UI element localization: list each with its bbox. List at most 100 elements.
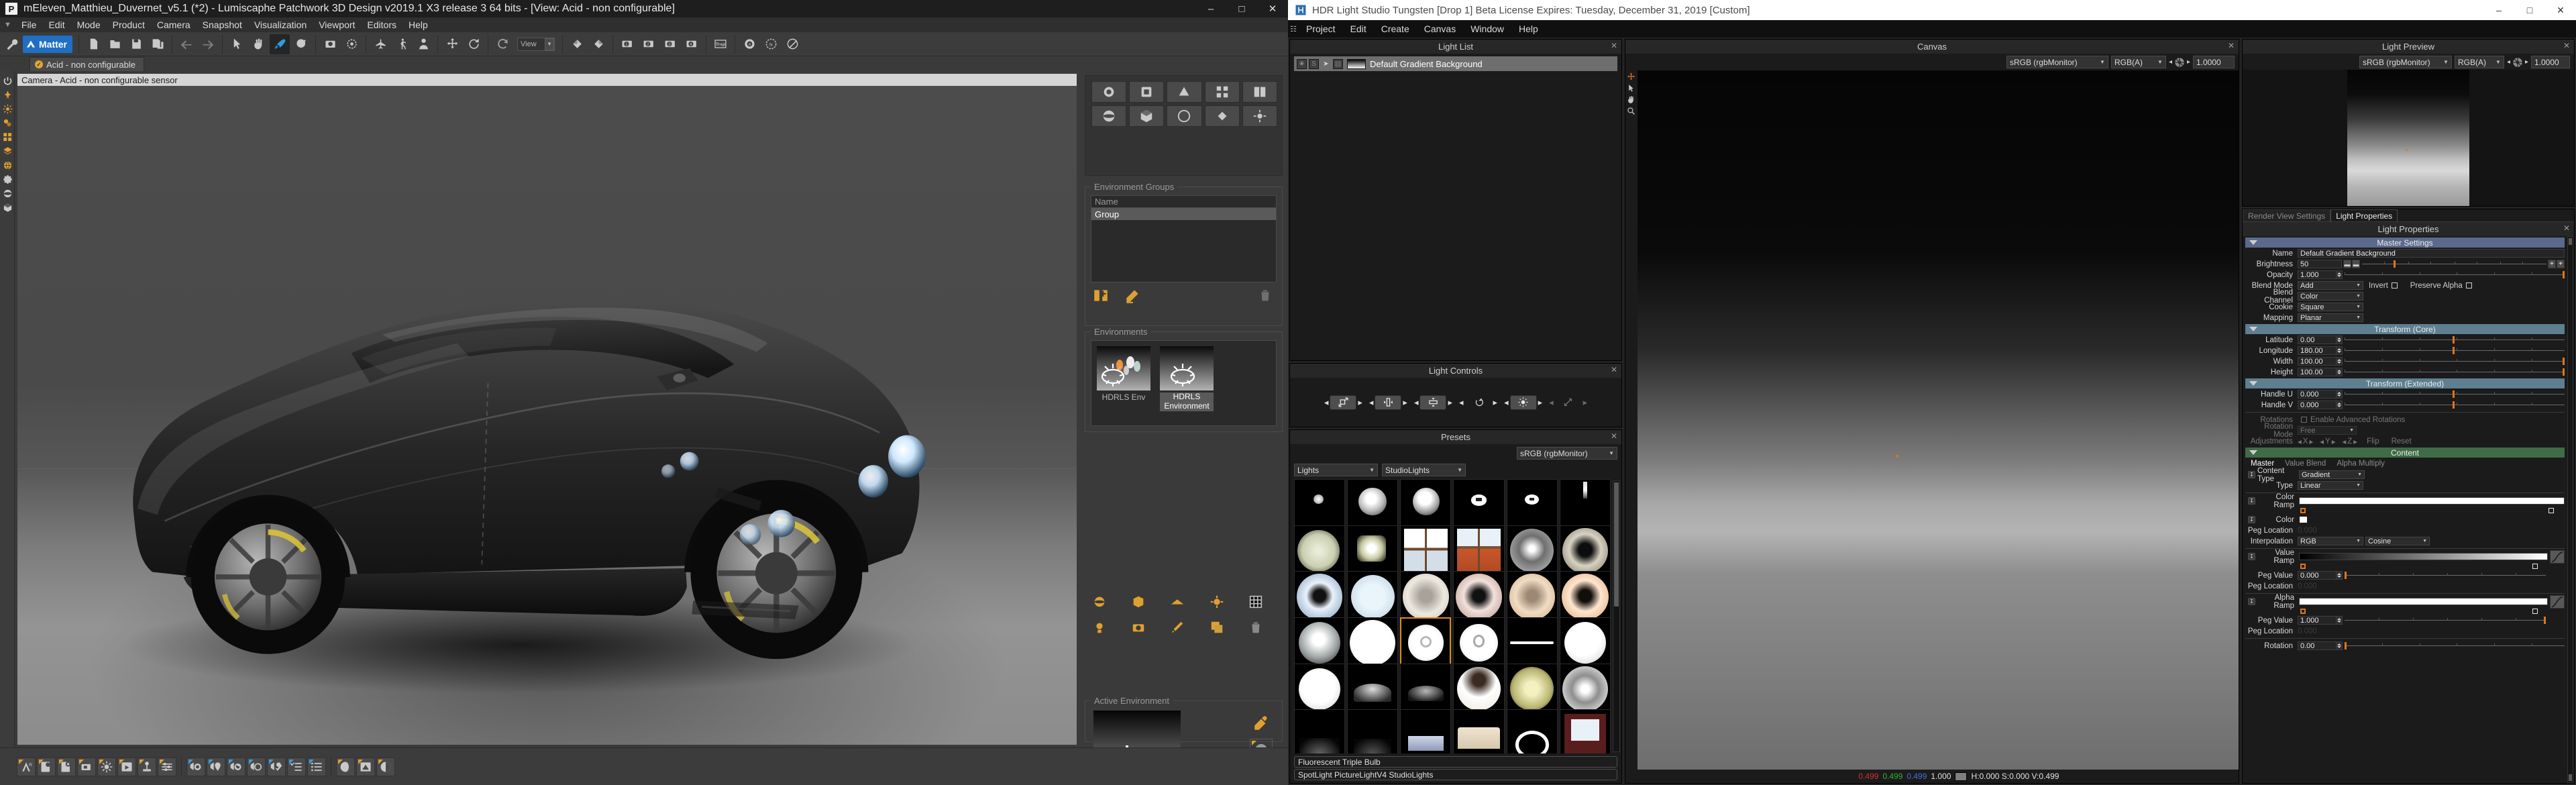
hls-menu-project[interactable]: Project	[1299, 21, 1343, 36]
alpha-ramp-widget[interactable]	[2299, 598, 2548, 605]
arrow-right-icon[interactable]: ▸	[1403, 397, 1407, 408]
close-icon[interactable]: ✕	[1611, 41, 1617, 50]
car-model-render[interactable]	[17, 86, 1077, 745]
arrow-right-icon[interactable]: ▸	[1538, 397, 1543, 408]
arrow-left-icon[interactable]: ◂	[1549, 397, 1554, 408]
palette-book-icon[interactable]	[1242, 81, 1277, 103]
preview-channel-select[interactable]: RGB(A) ▼	[2454, 56, 2504, 68]
interpolation-curve-select[interactable]: Cosine ▼	[2365, 537, 2430, 545]
layers-globe-icon[interactable]	[227, 757, 246, 776]
delete-group-icon[interactable]	[1258, 288, 1273, 306]
chevron-down-icon[interactable]: ▼	[2093, 59, 2105, 65]
height-slider[interactable]	[2345, 368, 2565, 376]
brightness-icon[interactable]	[1509, 395, 1537, 410]
preview-colorspace-select[interactable]: sRGB (rgbMonitor) ▼	[2359, 56, 2452, 68]
preset-thumbnail[interactable]	[1506, 663, 1558, 715]
pan-tool-icon[interactable]	[1626, 95, 1636, 105]
refresh-icon[interactable]	[492, 34, 513, 54]
preset-thumbnail[interactable]	[1559, 617, 1611, 669]
close-button[interactable]: ✕	[2545, 0, 2576, 20]
chevron-down-icon[interactable]: ▼	[1602, 450, 1614, 456]
presets-category-select[interactable]: Lights ▼	[1294, 464, 1378, 476]
preset-thumbnail-selected[interactable]	[1400, 617, 1452, 669]
pin-icon[interactable]	[1, 88, 14, 101]
paint-brush-icon[interactable]	[270, 34, 290, 54]
environment-half-icon[interactable]	[376, 757, 395, 776]
canvas-channel-select[interactable]: RGB(A) ▼	[2110, 56, 2166, 68]
width-slider[interactable]	[2345, 357, 2565, 366]
chevron-down-icon[interactable]: ▼	[545, 38, 555, 50]
preset-thumbnail[interactable]	[1400, 525, 1452, 576]
arrow-left-icon[interactable]: ◂	[1504, 397, 1509, 408]
lock-toggle-icon[interactable]: ▧	[1333, 58, 1343, 69]
peg-value-2-input[interactable]: 1.000	[2298, 616, 2337, 625]
chevron-down-icon[interactable]: ▼	[2417, 539, 2427, 543]
light-properties-body[interactable]: Master Settings Name Default Gradient Ba…	[2243, 236, 2574, 783]
preset-thumbnail[interactable]	[1347, 617, 1399, 669]
environment-image-icon[interactable]	[356, 757, 375, 776]
color-ramp-widget[interactable]	[2299, 497, 2565, 505]
height-stepper[interactable]	[2337, 368, 2343, 376]
menu-item-snapshot[interactable]: Snapshot	[197, 18, 248, 32]
collapse-triangle-icon[interactable]	[2249, 327, 2257, 331]
enable-advanced-rotations-checkbox[interactable]	[2301, 417, 2307, 423]
preview-exposure-control[interactable]: ◂ ▸	[2507, 56, 2528, 68]
camera-preset-1-icon[interactable]: 1	[617, 34, 637, 54]
sphere-icon[interactable]	[1, 187, 14, 200]
download-icon[interactable]: ↧	[2248, 471, 2255, 478]
preset-thumbnail[interactable]	[1559, 525, 1611, 576]
download-icon[interactable]: ↧	[2248, 553, 2255, 560]
chevron-down-icon[interactable]: ▼	[1450, 467, 1462, 473]
preset-thumbnail[interactable]	[1294, 617, 1346, 669]
canvas-body[interactable]: 0.499 0.499 0.499 1.000 H:0.000 S:0.000 …	[1625, 70, 2239, 783]
view-tab-acid[interactable]: ✓ Acid - non configurable	[30, 57, 144, 71]
diagonal-icon[interactable]	[1555, 395, 1582, 410]
peg-value-2-slider[interactable]	[2345, 616, 2546, 625]
add-group-icon[interactable]	[1092, 286, 1110, 307]
blend-channel-select[interactable]: Color ▼	[2298, 292, 2363, 301]
width-input[interactable]: 100.00	[2298, 357, 2337, 366]
palette-circle-icon[interactable]	[1167, 105, 1202, 127]
scrollbar-down-arrow[interactable]	[2569, 774, 2572, 781]
walk-mode-icon[interactable]	[392, 34, 412, 54]
preset-thumbnail[interactable]	[1453, 479, 1505, 531]
layers-pin-icon[interactable]	[207, 757, 225, 776]
move-tool-icon[interactable]	[1626, 72, 1636, 82]
canvas-colorspace-select[interactable]: sRGB (rgbMonitor) ▼	[2006, 56, 2108, 68]
close-button[interactable]: ✕	[1257, 0, 1288, 17]
peg-value-1-stepper[interactable]	[2337, 571, 2343, 580]
alpha-ramp-peg-start[interactable]	[2300, 609, 2306, 614]
collapse-triangle-icon[interactable]	[2249, 450, 2257, 455]
menu-item-viewport[interactable]: Viewport	[313, 18, 361, 32]
close-icon[interactable]: ✕	[1611, 431, 1617, 441]
save-as-icon[interactable]	[148, 34, 168, 54]
section-transform-extended[interactable]: Transform (Extended)	[2245, 378, 2565, 388]
height-icon[interactable]	[1419, 395, 1447, 410]
chevron-down-icon[interactable]: ▼	[2436, 59, 2449, 65]
content-type-select[interactable]: Gradient ▼	[2299, 470, 2365, 479]
environments-list[interactable]: HDRLS Env HDRLS Environment	[1091, 340, 1277, 426]
open-folder-icon[interactable]	[105, 34, 125, 54]
close-icon[interactable]: ✕	[2228, 41, 2235, 50]
transparency-icon[interactable]: Trsp	[710, 34, 731, 54]
arrow-left-icon[interactable]: ◂	[1459, 397, 1464, 408]
layers-icon[interactable]	[1, 144, 14, 158]
invert-checkbox[interactable]	[2391, 282, 2398, 289]
hls-menu-canvas[interactable]: Canvas	[1417, 21, 1463, 36]
person-mode-icon[interactable]	[413, 34, 433, 54]
palette-grid-icon[interactable]	[1204, 81, 1240, 103]
preset-thumbnail[interactable]	[1347, 571, 1399, 623]
pan-hand-icon[interactable]	[248, 34, 268, 54]
interpolation-space-select[interactable]: RGB ▼	[2298, 537, 2363, 545]
solo-toggle-icon[interactable]: S	[1309, 58, 1319, 69]
menu-item-mode[interactable]: Mode	[71, 18, 107, 32]
palette-cube-icon[interactable]	[1129, 105, 1165, 127]
opacity-stepper[interactable]	[2337, 270, 2343, 279]
menu-item-help[interactable]: Help	[402, 18, 434, 32]
palette-tool-1-icon[interactable]	[1091, 81, 1127, 103]
latitude-slider[interactable]	[2345, 335, 2565, 344]
preset-thumbnail[interactable]	[1453, 709, 1505, 753]
tab-light-properties[interactable]: Light Properties	[2330, 209, 2398, 221]
presets-grid[interactable]	[1294, 479, 1611, 753]
preset-thumbnail[interactable]	[1506, 709, 1558, 753]
